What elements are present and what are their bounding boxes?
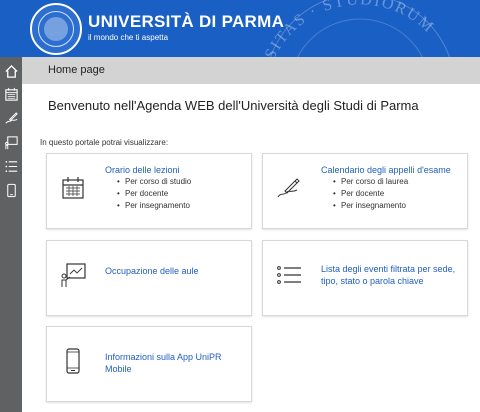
classroom-icon (4, 135, 18, 149)
sidebar (0, 57, 22, 412)
university-tagline: il mondo che ti aspetta (88, 33, 169, 42)
list-icon (5, 160, 17, 172)
list-item: Per docente (333, 188, 408, 200)
card-title[interactable]: Orario delle lezioni (105, 164, 180, 176)
breadcrumb-home[interactable]: Home page (48, 64, 105, 76)
list-item: Per docente (117, 188, 191, 200)
studiorum-watermark: SITAS · STUDIORUM (262, 0, 450, 57)
sidebar-item-mobile-app[interactable] (0, 179, 22, 201)
home-icon (4, 64, 18, 78)
card-title[interactable]: Informazioni sulla App UniPR Mobile (105, 351, 245, 375)
list-item: Per insegnamento (117, 200, 191, 212)
card-mobile-app[interactable]: Informazioni sulla App UniPR Mobile (46, 326, 252, 402)
mobile-icon (6, 183, 16, 197)
sidebar-item-classrooms[interactable] (0, 131, 22, 153)
card-classroom-occupancy[interactable]: Occupazione delle aule (46, 240, 252, 316)
sidebar-item-home[interactable] (0, 60, 22, 82)
sidebar-item-exams[interactable] (0, 107, 22, 129)
list-item: Per corso di studio (117, 176, 191, 188)
list-icon (277, 266, 301, 284)
signature-icon (4, 111, 18, 123)
university-name[interactable]: UNIVERSITÀ DI PARMA (88, 12, 284, 32)
svg-text:SITAS · STUDIORUM: SITAS · STUDIORUM (262, 0, 438, 57)
card-options-list: Per corso di studio Per docente Per inse… (117, 176, 191, 212)
page-title: Benvenuto nell'Agenda WEB dell'Universit… (48, 98, 419, 113)
list-item: Per corso di laurea (333, 176, 408, 188)
seal-core (44, 17, 68, 41)
sidebar-item-calendar[interactable] (0, 83, 22, 105)
calendar-icon (62, 177, 84, 199)
classroom-icon (61, 263, 86, 287)
university-seal-logo[interactable] (30, 3, 82, 55)
intro-text: In questo portale potrai visualizzare: (40, 138, 169, 147)
card-options-list: Per corso di laurea Per docente Per inse… (333, 176, 408, 212)
card-class-schedule[interactable]: Orario delle lezioni Per corso di studio… (46, 153, 252, 229)
watermark-text: · STUDIORUM (307, 0, 438, 37)
sidebar-item-events[interactable] (0, 155, 22, 177)
card-title[interactable]: Calendario degli appelli d'esame (321, 164, 451, 176)
watermark-prefix: SITAS (262, 10, 310, 57)
card-title[interactable]: Occupazione delle aule (105, 265, 199, 277)
calendar-icon (4, 87, 18, 101)
signature-icon (277, 178, 300, 198)
card-exam-calendar[interactable]: Calendario degli appelli d'esame Per cor… (262, 153, 468, 229)
card-title[interactable]: Lista degli eventi filtrata per sede, ti… (321, 263, 471, 287)
card-event-list[interactable]: Lista degli eventi filtrata per sede, ti… (262, 240, 468, 316)
mobile-icon (66, 348, 80, 374)
site-header: UNIVERSITÀ DI PARMA il mondo che ti aspe… (0, 0, 480, 57)
breadcrumb: Home page (22, 57, 480, 84)
list-item: Per insegnamento (333, 200, 408, 212)
